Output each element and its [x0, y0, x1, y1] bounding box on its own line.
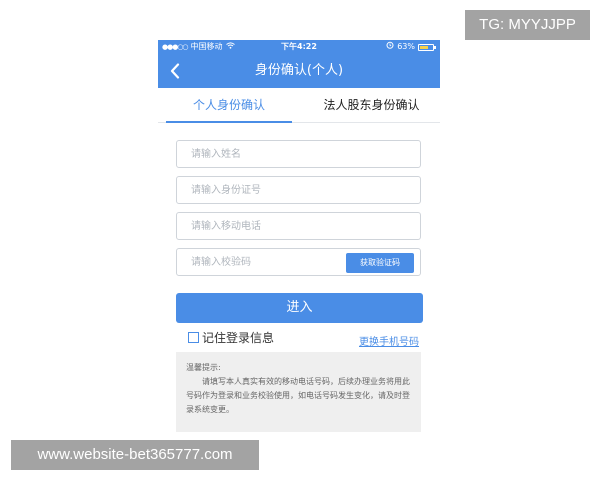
status-right: 63% [386, 40, 436, 54]
tab-corporate[interactable]: 法人股东身份确认 [303, 88, 440, 122]
top-bar: ●●●○○ 中国移动 下午4:22 63% 身份确认(个人) [158, 40, 440, 88]
get-code-button[interactable]: 获取验证码 [346, 253, 414, 273]
tips-title: 温馨提示: [186, 363, 221, 372]
submit-button[interactable]: 进入 [176, 293, 423, 323]
phone-screen: ●●●○○ 中国移动 下午4:22 63% 身份确认(个人) 个人身份确认 法人… [158, 40, 440, 432]
name-field [176, 140, 421, 168]
navbar: 身份确认(个人) [158, 54, 440, 88]
id-number-field [176, 176, 421, 204]
phone-field [176, 212, 421, 240]
battery-icon [418, 43, 436, 51]
tg-overlay-label: TG: MYYJJPP [465, 10, 590, 40]
tab-bar: 个人身份确认 法人股东身份确认 [158, 88, 440, 123]
id-number-input[interactable] [177, 177, 420, 203]
remember-label: 记住登录信息 [202, 330, 275, 345]
website-overlay-label: www.website-bet365777.com [11, 440, 259, 470]
page-title: 身份确认(个人) [254, 63, 344, 78]
phone-input[interactable] [177, 213, 420, 239]
tips-body: 请填写本人真实有效的移动电话号码，后续办理业务将用此号码作为登录和业务校验使用，… [186, 377, 410, 414]
change-phone-link[interactable]: 更换手机号码 [359, 333, 419, 348]
tab-personal[interactable]: 个人身份确认 [166, 88, 292, 122]
status-bar: ●●●○○ 中国移动 下午4:22 63% [158, 40, 440, 54]
verification-code-input[interactable] [177, 249, 337, 275]
remember-login-toggle[interactable]: 记住登录信息 [188, 329, 274, 345]
remember-checkbox[interactable] [188, 331, 199, 343]
verification-code-field: 获取验证码 [176, 248, 421, 276]
alarm-icon [386, 40, 394, 54]
name-input[interactable] [177, 141, 420, 167]
battery-fill [420, 45, 428, 49]
identity-form: 获取验证码 进入 记住登录信息 更换手机号码 温馨提示: 请填写本人真实有效的移… [158, 123, 440, 432]
tips-panel: 温馨提示: 请填写本人真实有效的移动电话号码，后续办理业务将用此号码作为登录和业… [176, 352, 421, 432]
battery-percent: 63% [397, 42, 415, 51]
